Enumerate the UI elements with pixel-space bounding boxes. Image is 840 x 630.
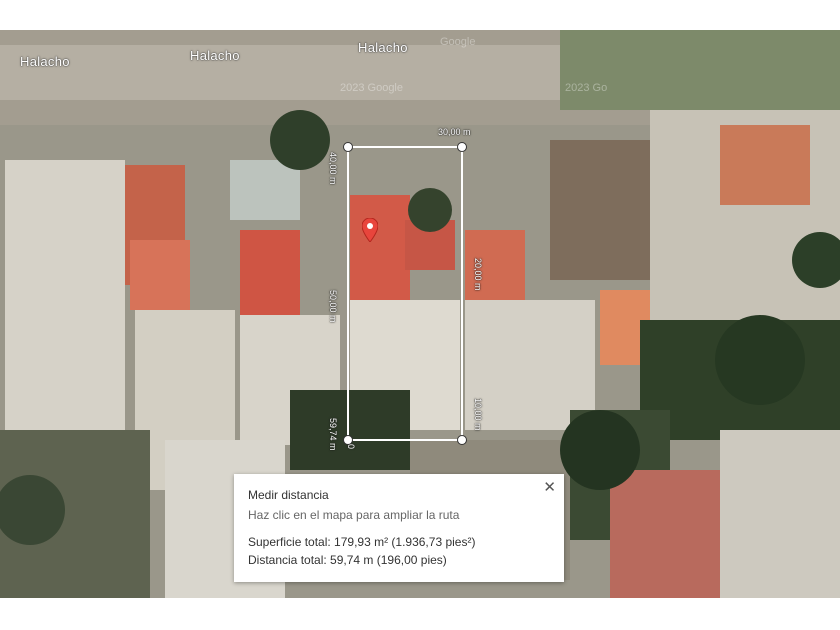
measure-label-top: 30,00 m bbox=[438, 127, 471, 137]
map-watermark: 2023 Google bbox=[340, 82, 403, 94]
map-watermark: 2023 Go bbox=[565, 82, 608, 94]
panel-title: Medir distancia bbox=[248, 488, 329, 502]
measure-label-left-middle: 50,00 m bbox=[328, 290, 338, 323]
panel-hint: Haz clic en el mapa para ampliar la ruta bbox=[248, 508, 460, 522]
street-label: Halacho bbox=[190, 48, 240, 63]
measure-label-right-lower: 10,00 m bbox=[473, 398, 483, 431]
street-label: Halacho bbox=[358, 40, 408, 55]
total-distance: Distancia total: 59,74 m (196,00 pies) bbox=[248, 553, 447, 567]
measure-vertex[interactable] bbox=[343, 435, 353, 445]
total-area: Superficie total: 179,93 m² (1.936,73 pi… bbox=[248, 535, 476, 549]
measure-distance-panel: ✕ Medir distancia Haz clic en el mapa pa… bbox=[234, 474, 564, 582]
measure-vertex[interactable] bbox=[457, 435, 467, 445]
street-label: Halacho bbox=[20, 54, 70, 69]
measure-vertex[interactable] bbox=[343, 142, 353, 152]
measure-label-left-upper: 40,00 m bbox=[328, 152, 338, 185]
map-watermark: Google bbox=[440, 36, 476, 48]
close-icon[interactable]: ✕ bbox=[543, 478, 556, 496]
location-pin-icon[interactable] bbox=[362, 218, 378, 242]
measure-label-left-lower: 59,74 m bbox=[328, 418, 338, 451]
measure-vertex[interactable] bbox=[457, 142, 467, 152]
measure-label-right-upper: 20,00 m bbox=[473, 258, 483, 291]
